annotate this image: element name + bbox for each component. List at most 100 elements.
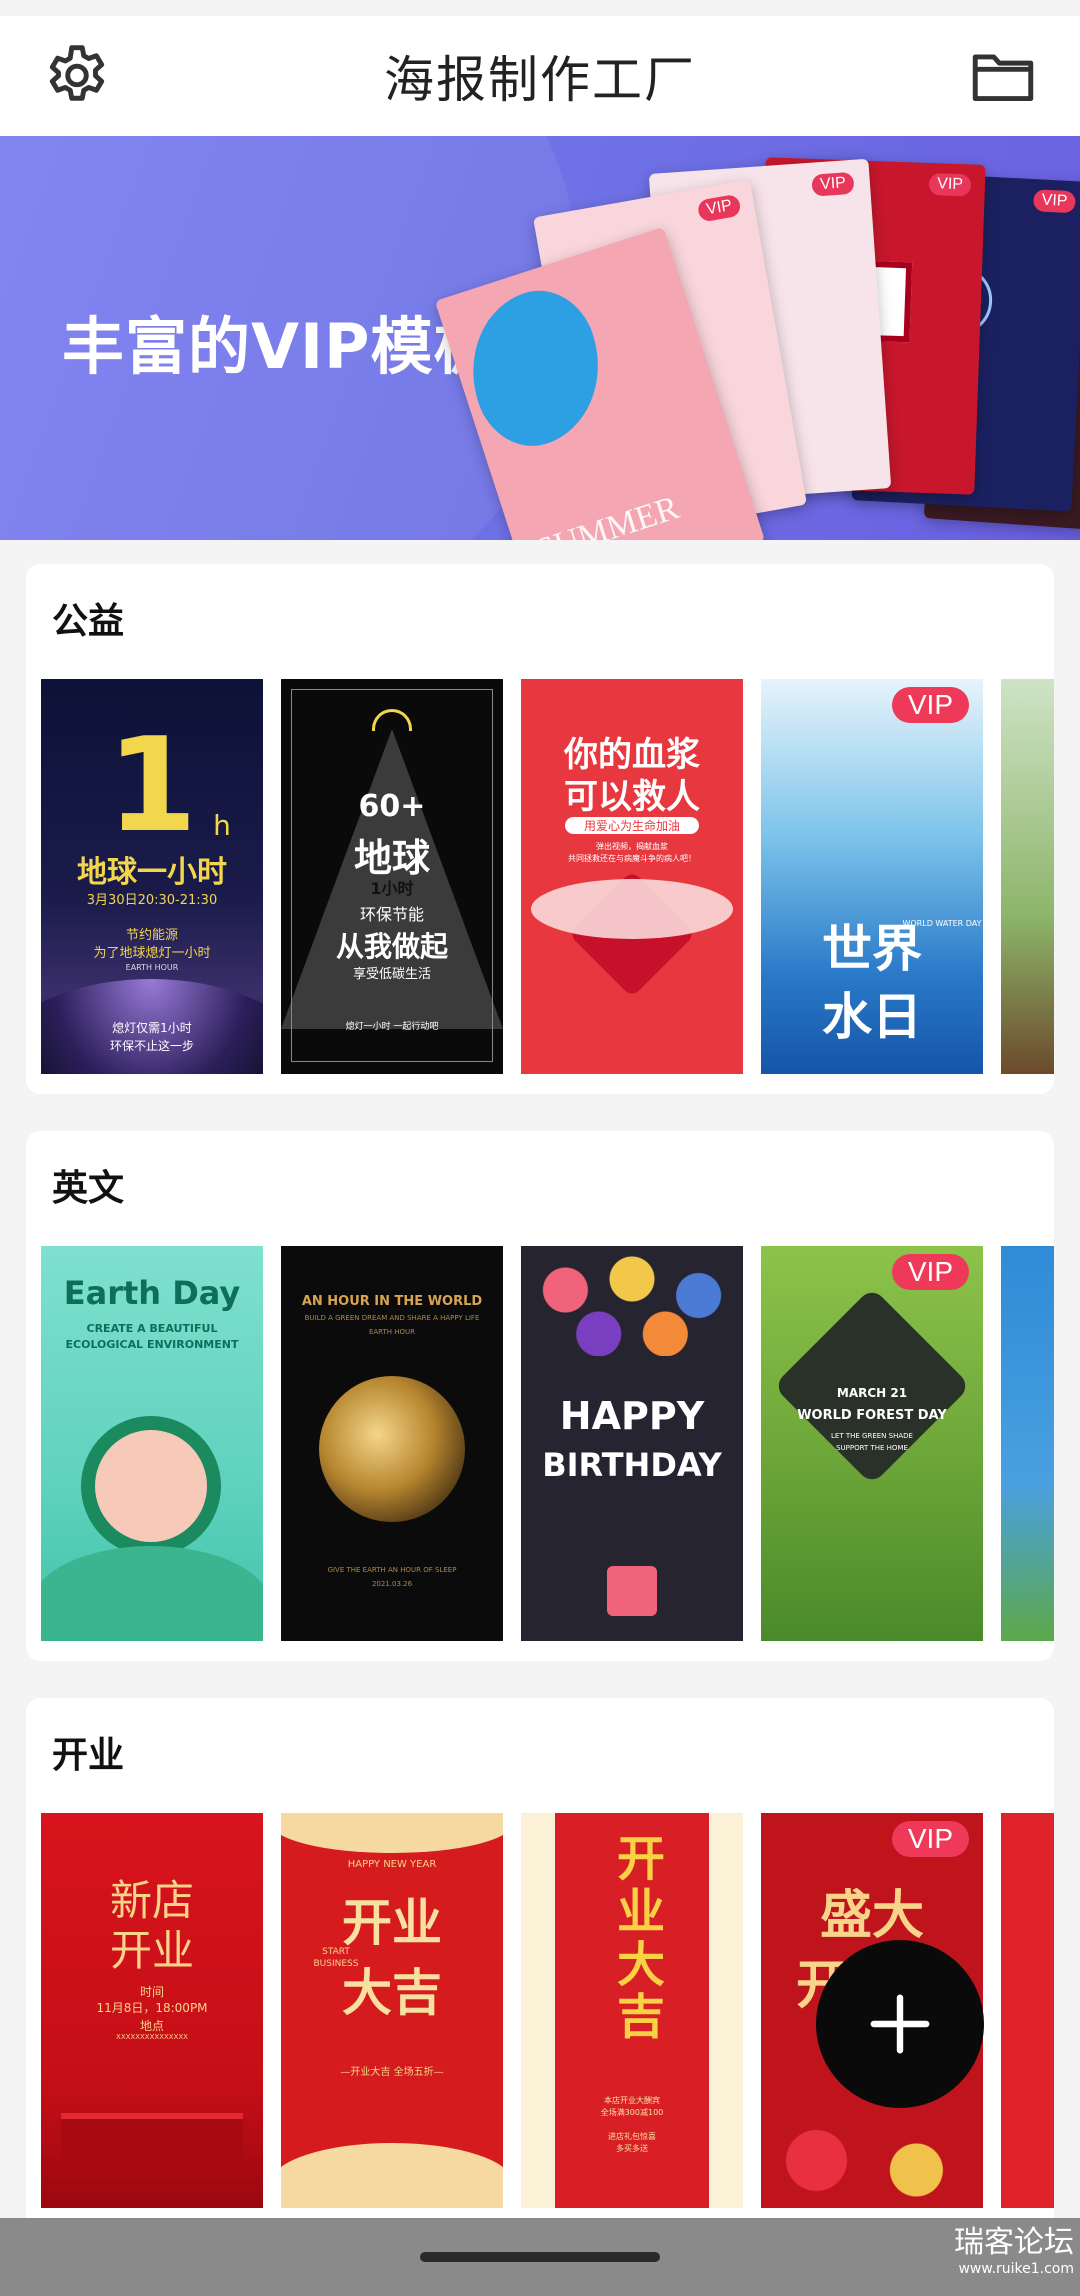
template-grand-opening-1[interactable]: HAPPY NEW YEAR 开业 大吉 START BUSINESS —开业大…: [281, 1813, 503, 2208]
template-earth-hour[interactable]: 1 h 地球一小时 3月30日20:30-21:30 节约能源 为了地球熄灯一小…: [41, 679, 263, 1074]
template-text: WORLD FOREST DAY: [797, 1408, 947, 1423]
template-partial[interactable]: [1001, 1246, 1054, 1641]
template-hour-in-world[interactable]: AN HOUR IN THE WORLD BUILD A GREEN DREAM…: [281, 1246, 503, 1641]
category-title: 公益: [52, 601, 125, 642]
template-text: Earth Day: [63, 1274, 241, 1312]
template-text: 3月30日20:30-21:30: [86, 893, 218, 908]
add-button[interactable]: [816, 1940, 984, 2108]
template-text: MARCH 21: [836, 1386, 908, 1400]
template-text: 进店礼包惊喜: [608, 2132, 656, 2141]
wings-shape: [531, 879, 733, 939]
template-text: 节约能源: [125, 928, 178, 943]
template-text: 为了地球熄灯一小时: [93, 946, 211, 961]
app-title: 海报制作工厂: [384, 51, 696, 109]
template-sixty-plus[interactable]: 60+ 地球 1小时 环保节能 从我做起 享受低碳生活 熄灯一小时 一起行动吧: [281, 679, 503, 1074]
template-text: 用爱心为生命加油: [565, 817, 699, 834]
vip-badge: VIP: [811, 171, 855, 197]
template-text: SUPPORT THE HOME: [836, 1444, 908, 1452]
template-new-store[interactable]: 新店 开业 时间 11月8日，18:00PM 地点 XXXXXXXXXXXXXX…: [41, 1813, 263, 2208]
template-card-fan: VIP VIP VIP VIP SUMMER: [434, 156, 1080, 540]
globe-graphic: [319, 1376, 465, 1522]
template-row[interactable]: Earth Day CREATE A BEAUTIFUL ECOLOGICAL …: [41, 1246, 1054, 1641]
template-text: 熄灯仅需1小时: [112, 1021, 192, 1035]
vip-badge: VIP: [696, 193, 742, 223]
template-text: GIVE THE EARTH AN HOUR OF SLEEP: [327, 1566, 457, 1574]
template-text: HAPPY NEW YEAR: [347, 1859, 437, 1870]
template-text: 开业: [109, 1926, 194, 1975]
banner-headline: 丰富的VIP模板: [62, 310, 497, 383]
vip-badge: VIP: [891, 1254, 969, 1290]
vip-badge: VIP: [891, 1821, 969, 1857]
files-button[interactable]: [966, 40, 1040, 114]
template-text: 11月8日，18:00PM: [96, 2001, 208, 2015]
template-text: 弹出视频，揭献血浆: [596, 842, 668, 851]
template-text: BUSINESS: [313, 1959, 359, 1969]
template-text: WORLD WATER DAY: [902, 919, 982, 928]
template-text: 盛大: [819, 1886, 924, 1946]
template-earth-day[interactable]: Earth Day CREATE A BEAUTIFUL ECOLOGICAL …: [41, 1246, 263, 1641]
template-text: —开业大吉 全场五折—: [340, 2067, 444, 2078]
template-blood-donation[interactable]: 你的血浆 可以救人 用爱心为生命加油 弹出视频，揭献血浆 共同拯救还在与病魔斗争…: [521, 679, 743, 1074]
watermark-title: 瑞客论坛: [954, 2225, 1074, 2260]
status-bar: [0, 0, 1080, 16]
template-text: START: [322, 1947, 350, 1957]
home-indicator[interactable]: [420, 2252, 660, 2262]
template-text: 开业: [342, 1894, 442, 1952]
template-world-forest-day[interactable]: VIP MARCH 21 WORLD FOREST DAY LET THE GR…: [761, 1246, 983, 1641]
template-happy-birthday[interactable]: HAPPY BIRTHDAY: [521, 1246, 743, 1641]
template-text: 水日: [822, 988, 922, 1046]
folder-icon: [972, 54, 1034, 102]
vip-banner[interactable]: 丰富的VIP模板 VIP VIP VIP VIP SUMMER: [0, 136, 1080, 540]
category-public-welfare: 公益 1 h 地球一小时 3月30日20:30-21:30 节约能源 为了地球熄…: [26, 564, 1054, 1094]
template-text: 环保不止这一步: [109, 1039, 194, 1053]
template-text: LET THE GREEN SHADE: [831, 1432, 913, 1440]
template-text: BUILD A GREEN DREAM AND SHARE A HAPPY LI…: [304, 1314, 480, 1322]
template-grand-opening-2[interactable]: 开业大吉 本店开业大酬宾 全场满300减100 进店礼包惊喜 多买多送: [521, 1813, 743, 2208]
earth-ground: [41, 1546, 263, 1641]
gear-icon: [49, 45, 105, 101]
template-partial[interactable]: [1001, 679, 1054, 1074]
template-row[interactable]: 1 h 地球一小时 3月30日20:30-21:30 节约能源 为了地球熄灯一小…: [41, 679, 1054, 1074]
template-text: 全场满300减100: [600, 2108, 664, 2117]
vip-badge: VIP: [928, 172, 972, 197]
template-text: 本店开业大酬宾: [604, 2096, 660, 2105]
template-text: 共同拯救还在与病魔斗争的病人吧！: [568, 854, 696, 863]
template-text: EARTH HOUR: [125, 963, 179, 972]
template-text: 开业大吉: [617, 1831, 666, 2046]
watermark-url: www.ruike1.com: [958, 2261, 1074, 2277]
template-text: 2021.03.26: [371, 1580, 413, 1588]
template-text: HAPPY: [559, 1394, 705, 1438]
stage-podium: [61, 2113, 243, 2173]
template-partial[interactable]: [1001, 1813, 1054, 2208]
plus-icon: [870, 1994, 930, 2054]
vip-badge: VIP: [891, 687, 969, 723]
app-bar: 海报制作工厂: [0, 16, 1080, 136]
template-text: 地球一小时: [77, 855, 227, 890]
template-text: 可以救人: [564, 777, 700, 817]
category-title: 英文: [52, 1168, 125, 1209]
flower-cluster: [761, 2113, 983, 2208]
template-text: 地点: [139, 2019, 164, 2033]
template-text: CREATE A BEAUTIFUL: [86, 1322, 218, 1335]
template-text: BIRTHDAY: [542, 1446, 722, 1484]
category-title: 开业: [52, 1735, 125, 1776]
template-text: XXXXXXXXXXXXXXX: [116, 2033, 188, 2041]
category-english: 英文 Earth Day CREATE A BEAUTIFUL ECOLOGIC…: [26, 1131, 1054, 1661]
frame-border: [291, 689, 493, 1062]
cloud-bottom: [281, 2143, 503, 2208]
girl-illustration: [81, 1416, 221, 1556]
vip-badge: VIP: [1033, 189, 1076, 214]
summer-text: SUMMER: [531, 489, 684, 540]
template-text: ECOLOGICAL ENVIRONMENT: [65, 1338, 239, 1351]
template-text: AN HOUR IN THE WORLD: [301, 1294, 483, 1309]
template-text: EARTH HOUR: [368, 1328, 416, 1336]
template-world-water-day[interactable]: VIP 世界 水日 WORLD WATER DAY: [761, 679, 983, 1074]
template-text: 时间: [139, 1985, 164, 1999]
roses-top: [521, 1246, 743, 1356]
template-text: 多买多送: [616, 2144, 648, 2153]
cake-graphic: [607, 1566, 657, 1616]
settings-button[interactable]: [40, 40, 114, 114]
cloud-top: [281, 1813, 503, 1853]
watermark: 瑞客论坛 www.ruike1.com: [954, 2225, 1074, 2277]
system-nav-bar: 瑞客论坛 www.ruike1.com: [0, 2218, 1080, 2296]
